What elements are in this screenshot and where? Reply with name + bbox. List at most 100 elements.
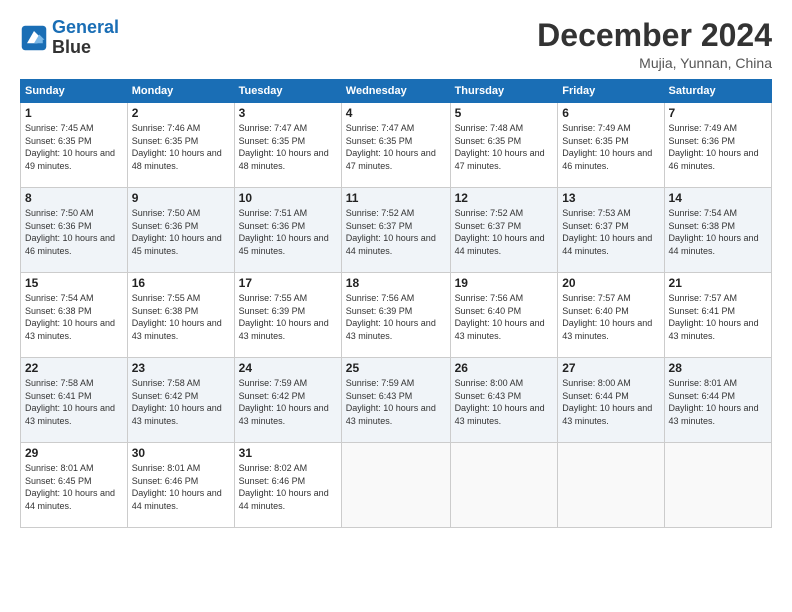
day-info: Sunrise: 7:58 AMSunset: 6:42 PMDaylight:…: [132, 377, 230, 427]
calendar-cell: 21 Sunrise: 7:57 AMSunset: 6:41 PMDayligh…: [664, 273, 771, 358]
calendar-cell: 31 Sunrise: 8:02 AMSunset: 6:46 PMDayligh…: [234, 443, 341, 528]
calendar-subtitle: Mujia, Yunnan, China: [537, 55, 772, 71]
calendar-cell: 13 Sunrise: 7:53 AMSunset: 6:37 PMDayligh…: [558, 188, 664, 273]
day-number: 6: [562, 106, 659, 120]
day-info: Sunrise: 7:50 AMSunset: 6:36 PMDaylight:…: [132, 207, 230, 257]
day-header-wednesday: Wednesday: [341, 80, 450, 103]
day-number: 31: [239, 446, 337, 460]
day-number: 5: [455, 106, 554, 120]
day-info: Sunrise: 7:57 AMSunset: 6:41 PMDaylight:…: [669, 292, 767, 342]
day-number: 18: [346, 276, 446, 290]
day-info: Sunrise: 8:01 AMSunset: 6:44 PMDaylight:…: [669, 377, 767, 427]
calendar-cell: 30 Sunrise: 8:01 AMSunset: 6:46 PMDayligh…: [127, 443, 234, 528]
day-number: 21: [669, 276, 767, 290]
day-info: Sunrise: 7:49 AMSunset: 6:36 PMDaylight:…: [669, 122, 767, 172]
day-info: Sunrise: 8:02 AMSunset: 6:46 PMDaylight:…: [239, 462, 337, 512]
day-info: Sunrise: 7:59 AMSunset: 6:43 PMDaylight:…: [346, 377, 446, 427]
page: General Blue December 2024 Mujia, Yunnan…: [0, 0, 792, 612]
day-number: 13: [562, 191, 659, 205]
day-number: 14: [669, 191, 767, 205]
day-info: Sunrise: 7:55 AMSunset: 6:39 PMDaylight:…: [239, 292, 337, 342]
calendar-row: 1Sunrise: 7:45 AMSunset: 6:35 PMDaylight…: [21, 103, 772, 188]
day-info: Sunrise: 7:49 AMSunset: 6:35 PMDaylight:…: [562, 122, 659, 172]
calendar-cell: 25 Sunrise: 7:59 AMSunset: 6:43 PMDayligh…: [341, 358, 450, 443]
day-number: 26: [455, 361, 554, 375]
day-number: 17: [239, 276, 337, 290]
calendar-cell: 4 Sunrise: 7:47 AMSunset: 6:35 PMDaylight…: [341, 103, 450, 188]
logo-icon: [20, 24, 48, 52]
calendar-body: 1Sunrise: 7:45 AMSunset: 6:35 PMDaylight…: [21, 103, 772, 528]
calendar-header-row: SundayMondayTuesdayWednesdayThursdayFrid…: [21, 80, 772, 103]
calendar-row: 29 Sunrise: 8:01 AMSunset: 6:45 PMDayligh…: [21, 443, 772, 528]
day-info: Sunrise: 8:01 AMSunset: 6:46 PMDaylight:…: [132, 462, 230, 512]
day-header-monday: Monday: [127, 80, 234, 103]
day-header-friday: Friday: [558, 80, 664, 103]
day-info: Sunrise: 7:55 AMSunset: 6:38 PMDaylight:…: [132, 292, 230, 342]
calendar-cell: 14 Sunrise: 7:54 AMSunset: 6:38 PMDayligh…: [664, 188, 771, 273]
calendar-cell: 12Sunrise: 7:52 AMSunset: 6:37 PMDayligh…: [450, 188, 558, 273]
calendar-cell: 11 Sunrise: 7:52 AMSunset: 6:37 PMDayligh…: [341, 188, 450, 273]
calendar-cell: 3 Sunrise: 7:47 AMSunset: 6:35 PMDaylight…: [234, 103, 341, 188]
day-info: Sunrise: 7:56 AMSunset: 6:40 PMDaylight:…: [455, 292, 554, 342]
day-number: 2: [132, 106, 230, 120]
calendar-cell: 16Sunrise: 7:55 AMSunset: 6:38 PMDayligh…: [127, 273, 234, 358]
calendar-cell: 6 Sunrise: 7:49 AMSunset: 6:35 PMDaylight…: [558, 103, 664, 188]
calendar-cell: [664, 443, 771, 528]
day-number: 29: [25, 446, 123, 460]
day-number: 23: [132, 361, 230, 375]
calendar-cell: 23 Sunrise: 7:58 AMSunset: 6:42 PMDayligh…: [127, 358, 234, 443]
day-info: Sunrise: 8:00 AMSunset: 6:44 PMDaylight:…: [562, 377, 659, 427]
calendar-cell: 1Sunrise: 7:45 AMSunset: 6:35 PMDaylight…: [21, 103, 128, 188]
day-header-thursday: Thursday: [450, 80, 558, 103]
calendar-cell: 27 Sunrise: 8:00 AMSunset: 6:44 PMDayligh…: [558, 358, 664, 443]
title-block: December 2024 Mujia, Yunnan, China: [537, 18, 772, 71]
calendar-cell: [341, 443, 450, 528]
day-info: Sunrise: 7:54 AMSunset: 6:38 PMDaylight:…: [25, 292, 123, 342]
calendar-cell: 22 Sunrise: 7:58 AMSunset: 6:41 PMDayligh…: [21, 358, 128, 443]
calendar-row: 15 Sunrise: 7:54 AMSunset: 6:38 PMDayligh…: [21, 273, 772, 358]
calendar-cell: [558, 443, 664, 528]
calendar-cell: 28 Sunrise: 8:01 AMSunset: 6:44 PMDayligh…: [664, 358, 771, 443]
day-info: Sunrise: 7:53 AMSunset: 6:37 PMDaylight:…: [562, 207, 659, 257]
day-number: 22: [25, 361, 123, 375]
day-number: 24: [239, 361, 337, 375]
day-number: 1: [25, 106, 123, 120]
day-number: 10: [239, 191, 337, 205]
day-number: 27: [562, 361, 659, 375]
day-number: 12: [455, 191, 554, 205]
day-info: Sunrise: 7:50 AMSunset: 6:36 PMDaylight:…: [25, 207, 123, 257]
day-info: Sunrise: 7:56 AMSunset: 6:39 PMDaylight:…: [346, 292, 446, 342]
day-info: Sunrise: 7:57 AMSunset: 6:40 PMDaylight:…: [562, 292, 659, 342]
day-number: 19: [455, 276, 554, 290]
calendar-cell: 9Sunrise: 7:50 AMSunset: 6:36 PMDaylight…: [127, 188, 234, 273]
calendar-cell: 10Sunrise: 7:51 AMSunset: 6:36 PMDayligh…: [234, 188, 341, 273]
calendar-cell: 5 Sunrise: 7:48 AMSunset: 6:35 PMDaylight…: [450, 103, 558, 188]
day-number: 7: [669, 106, 767, 120]
logo-text: General Blue: [52, 18, 119, 58]
day-info: Sunrise: 8:00 AMSunset: 6:43 PMDaylight:…: [455, 377, 554, 427]
day-number: 3: [239, 106, 337, 120]
header: General Blue December 2024 Mujia, Yunnan…: [20, 18, 772, 71]
day-number: 4: [346, 106, 446, 120]
day-number: 28: [669, 361, 767, 375]
calendar-title: December 2024: [537, 18, 772, 53]
day-info: Sunrise: 7:47 AMSunset: 6:35 PMDaylight:…: [239, 122, 337, 172]
calendar-cell: 26 Sunrise: 8:00 AMSunset: 6:43 PMDayligh…: [450, 358, 558, 443]
calendar-cell: 29 Sunrise: 8:01 AMSunset: 6:45 PMDayligh…: [21, 443, 128, 528]
calendar-row: 22 Sunrise: 7:58 AMSunset: 6:41 PMDayligh…: [21, 358, 772, 443]
day-number: 30: [132, 446, 230, 460]
day-info: Sunrise: 7:48 AMSunset: 6:35 PMDaylight:…: [455, 122, 554, 172]
day-number: 25: [346, 361, 446, 375]
day-info: Sunrise: 7:47 AMSunset: 6:35 PMDaylight:…: [346, 122, 446, 172]
day-number: 15: [25, 276, 123, 290]
day-info: Sunrise: 7:46 AMSunset: 6:35 PMDaylight:…: [132, 122, 230, 172]
day-info: Sunrise: 7:58 AMSunset: 6:41 PMDaylight:…: [25, 377, 123, 427]
day-info: Sunrise: 8:01 AMSunset: 6:45 PMDaylight:…: [25, 462, 123, 512]
day-info: Sunrise: 7:54 AMSunset: 6:38 PMDaylight:…: [669, 207, 767, 257]
calendar-cell: [450, 443, 558, 528]
calendar-cell: 17 Sunrise: 7:55 AMSunset: 6:39 PMDayligh…: [234, 273, 341, 358]
day-info: Sunrise: 7:59 AMSunset: 6:42 PMDaylight:…: [239, 377, 337, 427]
day-info: Sunrise: 7:52 AMSunset: 6:37 PMDaylight:…: [346, 207, 446, 257]
day-number: 11: [346, 191, 446, 205]
calendar-cell: 2 Sunrise: 7:46 AMSunset: 6:35 PMDaylight…: [127, 103, 234, 188]
